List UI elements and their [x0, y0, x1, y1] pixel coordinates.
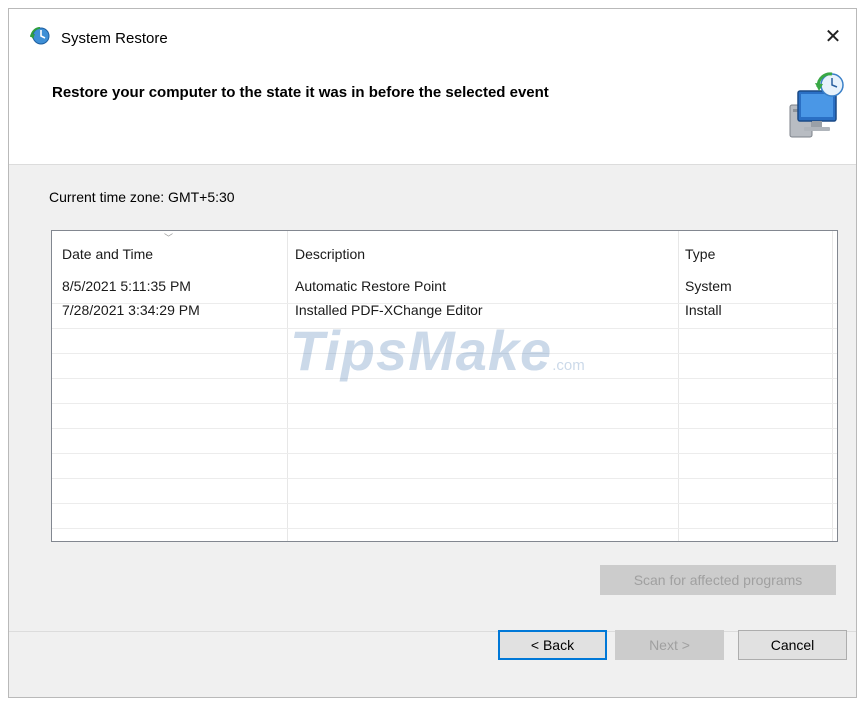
row-description: Automatic Restore Point: [295, 278, 446, 294]
scan-affected-programs-button[interactable]: Scan for affected programs: [600, 565, 836, 595]
close-button[interactable]: ✕: [818, 23, 848, 49]
cancel-button[interactable]: Cancel: [738, 630, 847, 660]
wizard-header: Restore your computer to the state it wa…: [9, 55, 856, 165]
computer-restore-icon: [789, 72, 844, 138]
grid-line: [52, 478, 837, 479]
column-header-description[interactable]: Description: [295, 246, 365, 262]
system-restore-icon: [30, 27, 50, 45]
close-icon: ✕: [824, 24, 842, 48]
restore-points-table: Date and Time ﹀ Description Type 8/5/202…: [51, 230, 838, 542]
back-button[interactable]: < Back: [498, 630, 607, 660]
grid-line: [52, 403, 837, 404]
title-bar: System Restore ✕: [9, 9, 856, 55]
grid-line: [52, 453, 837, 454]
column-divider: [678, 231, 679, 541]
timezone-label: Current time zone: GMT+5:30: [49, 189, 235, 205]
window-title: System Restore: [61, 30, 168, 47]
row-description: Installed PDF-XChange Editor: [295, 302, 483, 318]
grid-line: [52, 428, 837, 429]
row-date: 7/28/2021 3:34:29 PM: [62, 302, 200, 318]
column-header-date[interactable]: Date and Time: [62, 246, 153, 262]
row-date: 8/5/2021 5:11:35 PM: [62, 278, 191, 294]
column-header-type[interactable]: Type: [685, 246, 715, 262]
column-divider: [287, 231, 288, 541]
next-button[interactable]: Next >: [615, 630, 724, 660]
page-heading: Restore your computer to the state it wa…: [52, 84, 549, 101]
grid-line: [52, 528, 837, 529]
system-restore-window: System Restore ✕ Restore your computer t…: [8, 8, 857, 698]
grid-line: [52, 503, 837, 504]
footer-divider: [9, 631, 856, 632]
column-divider: [832, 231, 833, 541]
watermark: TipsMake.com: [290, 319, 585, 382]
row-type: Install: [685, 302, 722, 318]
row-type: System: [685, 278, 732, 294]
sort-descending-icon: ﹀: [164, 234, 174, 244]
